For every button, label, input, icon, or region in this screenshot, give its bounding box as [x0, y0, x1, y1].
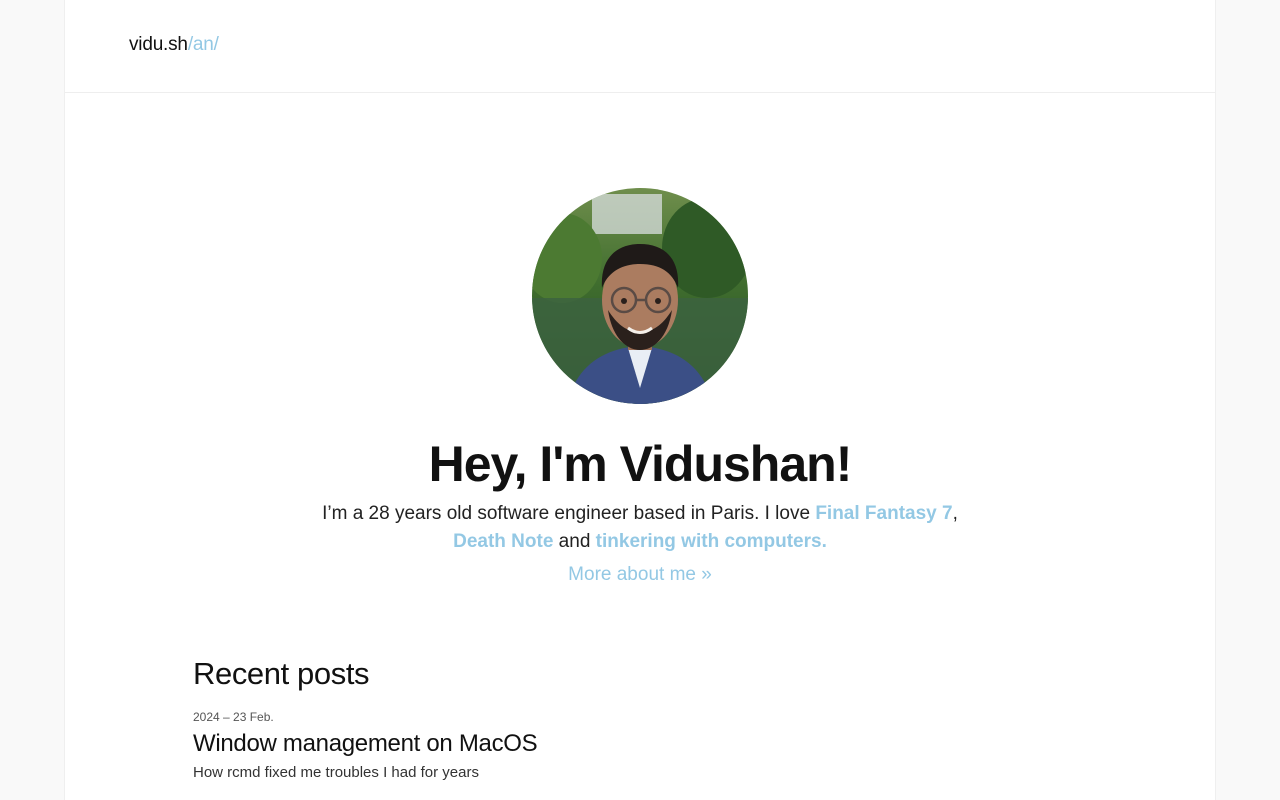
logo-suffix-text: /an/ [187, 34, 219, 55]
page-container: vidu.sh/an/ Hey, I'm Vidushan! I’m a 28 … [64, 0, 1216, 800]
link-death-note[interactable]: Death Note [453, 531, 553, 552]
avatar-photo-icon [532, 188, 748, 404]
intro-and: and [553, 531, 596, 552]
recent-posts-section: Recent posts 2024 – 23 Feb. Window manag… [193, 656, 1093, 781]
intro-paragraph: I’m a 28 years old software engineer bas… [300, 500, 980, 556]
hero-section: Hey, I'm Vidushan! I’m a 28 years old so… [65, 188, 1215, 586]
site-logo-link[interactable]: vidu.sh/an/ [129, 34, 219, 56]
post-item: 2024 – 23 Feb. Window management on MacO… [193, 710, 1093, 781]
site-header: vidu.sh/an/ [65, 0, 1215, 93]
recent-posts-heading: Recent posts [193, 656, 370, 691]
post-description: How rcmd fixed me troubles I had for yea… [193, 764, 479, 781]
post-date: 2024 – 23 Feb. [193, 710, 274, 724]
hero-title: Hey, I'm Vidushan! [428, 436, 853, 492]
more-about-me-link[interactable]: More about me » [568, 564, 712, 586]
link-tinkering[interactable]: tinkering with computers. [596, 531, 827, 552]
avatar [532, 188, 748, 404]
intro-separator: , [952, 503, 958, 524]
logo-main-text: vidu.sh [129, 34, 188, 55]
intro-text: I’m a 28 years old software engineer bas… [322, 503, 816, 524]
post-title-link[interactable]: Window management on MacOS [193, 730, 1093, 758]
link-final-fantasy-7[interactable]: Final Fantasy 7 [815, 503, 952, 524]
